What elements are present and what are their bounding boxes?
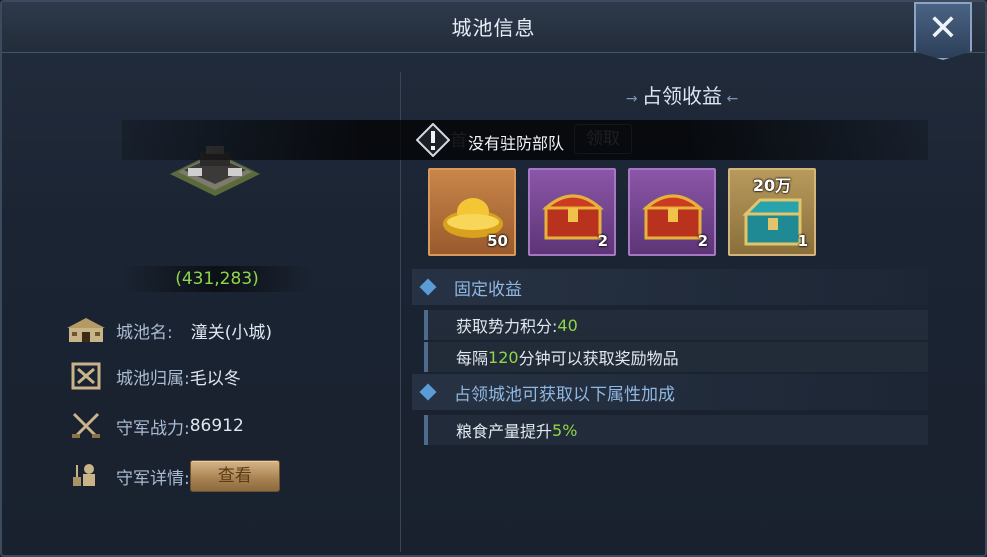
reward-slot-teal-chest[interactable]: 20万 1	[728, 168, 816, 256]
diamond-bullet-icon	[419, 278, 437, 296]
reward-interval-line: 每隔 120 分钟可以获取奖励物品	[424, 342, 928, 372]
crossed-swords-icon	[66, 410, 106, 442]
reward-slot-red-chest[interactable]: 2	[628, 168, 716, 256]
reward-interval-suffix: 分钟可以获取奖励物品	[518, 349, 679, 368]
red-chest-icon	[542, 194, 604, 240]
city-owner-row: 城池归属: 毛以冬	[66, 360, 241, 392]
reward-tag: 20万	[752, 176, 792, 195]
reward-count: 1	[797, 232, 808, 250]
window-title: 城池信息	[451, 16, 536, 40]
right-arrow-decoration-icon: ←	[722, 91, 739, 107]
banner-icon	[66, 360, 106, 392]
occupation-income-title: 占领收益	[642, 84, 722, 108]
soldiers-icon	[66, 460, 106, 492]
view-garrison-button[interactable]: 查看	[189, 460, 280, 492]
occupation-income-heading: → 占领收益 ←	[562, 80, 802, 109]
city-name-value: 潼关(小城)	[190, 322, 272, 343]
faction-points-line: 获取势力积分: 40	[424, 310, 928, 340]
attribute-bonus-title: 占领城池可获取以下属性加成	[454, 384, 675, 405]
faction-points-prefix: 获取势力积分:	[456, 317, 558, 336]
fixed-income-header: 固定收益	[412, 269, 928, 305]
red-chest-icon	[642, 194, 704, 240]
food-production-line: 粮食产量提升 5%	[424, 415, 928, 445]
garrison-power-label: 守军战力:	[116, 418, 190, 439]
reward-slot-gold-ingot[interactable]: 50	[428, 168, 516, 256]
reward-count: 2	[697, 232, 708, 250]
close-button[interactable]: ✕	[914, 2, 972, 60]
reward-count: 2	[597, 232, 608, 250]
food-production-value: 5%	[552, 420, 578, 440]
city-owner-label: 城池归属:	[116, 368, 190, 389]
left-arrow-decoration-icon: →	[625, 91, 642, 107]
reward-interval-prefix: 每隔	[456, 349, 489, 368]
reward-interval-value: 120	[488, 347, 519, 367]
faction-points-value: 40	[557, 315, 578, 335]
attribute-bonus-header: 占领城池可获取以下属性加成	[412, 374, 928, 410]
garrison-detail-row: 守军详情: 查看	[66, 460, 280, 492]
title-bar: 城池信息	[2, 2, 985, 53]
city-name-row: 城池名: 潼关(小城)	[66, 314, 272, 346]
city-coordinates: (431,283)	[122, 266, 312, 292]
garrison-power-value: 86912	[189, 416, 244, 436]
garrison-detail-label: 守军详情:	[116, 468, 190, 489]
reward-count: 50	[487, 232, 508, 250]
food-production-prefix: 粮食产量提升	[456, 422, 553, 441]
city-info-panel: 城池信息 ✕ (431,283) 城池名: 潼关(小城) 城池归属: 毛以冬 守…	[0, 0, 987, 557]
warning-icon	[416, 123, 450, 157]
close-icon: ✕	[927, 7, 959, 49]
city-owner-value: 毛以冬	[189, 368, 241, 389]
city-gate-icon	[66, 314, 106, 346]
diamond-bullet-icon	[419, 383, 437, 401]
garrison-power-row: 守军战力: 86912	[66, 410, 244, 442]
teal-chest-icon	[742, 198, 802, 246]
city-name-label: 城池名:	[116, 322, 173, 343]
reward-slot-red-chest[interactable]: 2	[528, 168, 616, 256]
fixed-income-title: 固定收益	[454, 279, 522, 300]
no-garrison-notice: 没有驻防部队	[468, 134, 565, 153]
